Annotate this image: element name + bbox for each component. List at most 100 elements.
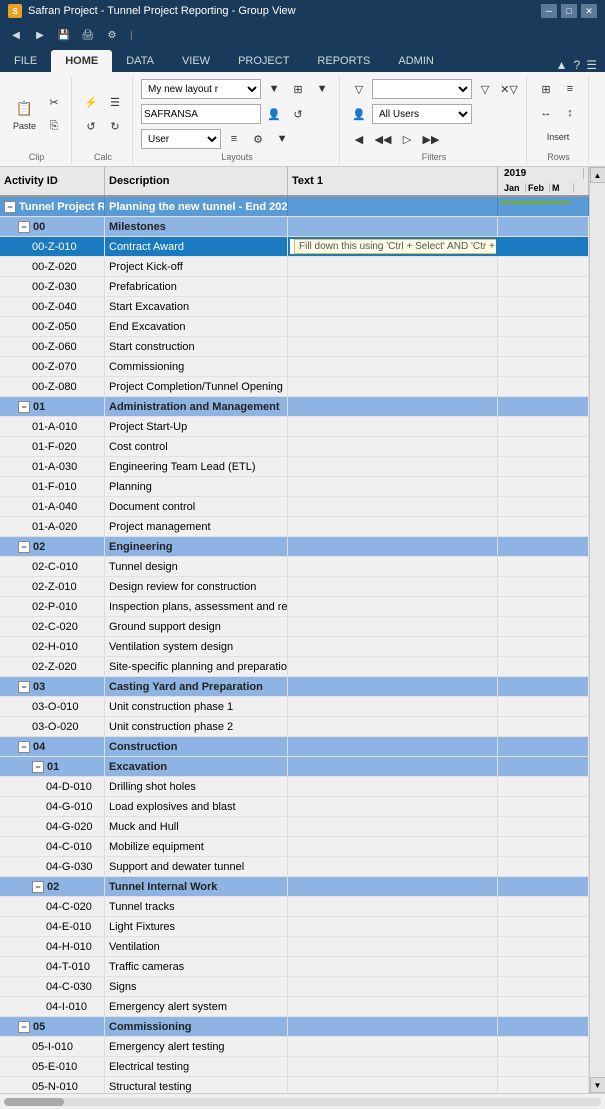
table-row[interactable]: 05-E-010Electrical testing — [0, 1057, 589, 1077]
table-row[interactable]: 01-A-020Project management — [0, 517, 589, 537]
calc-btn1[interactable]: ⚡ — [80, 91, 102, 113]
table-row[interactable]: 04-I-010Emergency alert system — [0, 997, 589, 1017]
cell-text1[interactable] — [288, 877, 498, 896]
table-row[interactable]: 02-C-010Tunnel design — [0, 557, 589, 577]
cell-text1[interactable] — [288, 917, 498, 936]
layout-dropdown[interactable]: My new layout r — [141, 79, 261, 99]
cell-description[interactable]: Project Kick-off — [105, 257, 288, 276]
cell-text1[interactable] — [288, 397, 498, 416]
cell-text1[interactable] — [288, 317, 498, 336]
cell-text1[interactable] — [288, 517, 498, 536]
cell-description[interactable]: Ventilation system design — [105, 637, 288, 656]
cell-text1[interactable] — [288, 337, 498, 356]
tab-reports[interactable]: REPORTS — [303, 50, 384, 72]
cell-text1[interactable] — [288, 677, 498, 696]
table-row[interactable]: 05-I-010Emergency alert testing — [0, 1037, 589, 1057]
right-scrollbar[interactable]: ▲ ▼ — [589, 167, 605, 1093]
tab-data[interactable]: DATA — [112, 50, 168, 72]
cell-text1[interactable] — [288, 437, 498, 456]
cell-activity-id[interactable]: 02-C-010 — [0, 557, 105, 576]
cell-activity-id[interactable]: 00-Z-050 — [0, 317, 105, 336]
cell-description[interactable]: Light Fixtures — [105, 917, 288, 936]
table-row[interactable]: 00-Z-050End Excavation — [0, 317, 589, 337]
cell-activity-id[interactable]: −Tunnel Project Re — [0, 197, 105, 216]
cell-activity-id[interactable]: 01-A-010 — [0, 417, 105, 436]
cell-description[interactable]: Engineering Team Lead (ETL) — [105, 457, 288, 476]
table-row[interactable]: −05Commissioning — [0, 1017, 589, 1037]
user-type-dropdown[interactable]: User — [141, 129, 221, 149]
collapse-button[interactable]: − — [32, 761, 44, 773]
cell-activity-id[interactable]: 01-A-020 — [0, 517, 105, 536]
collapse-button[interactable]: − — [18, 681, 30, 693]
scroll-up-button[interactable]: ▲ — [590, 167, 605, 183]
cell-text1[interactable] — [288, 257, 498, 276]
cell-description[interactable]: Ground support design — [105, 617, 288, 636]
table-row[interactable]: 00-Z-060Start construction — [0, 337, 589, 357]
cell-activity-id[interactable]: 00-Z-080 — [0, 377, 105, 396]
table-row[interactable]: −03Casting Yard and Preparation — [0, 677, 589, 697]
cell-activity-id[interactable]: 04-G-030 — [0, 857, 105, 876]
cell-activity-id[interactable]: 04-G-010 — [0, 797, 105, 816]
cell-description[interactable]: Commissioning — [105, 1017, 288, 1036]
cell-activity-id[interactable]: 01-F-020 — [0, 437, 105, 456]
table-row[interactable]: 04-C-030Signs — [0, 977, 589, 997]
cell-activity-id[interactable]: 04-C-020 — [0, 897, 105, 916]
cell-activity-id[interactable]: −00 — [0, 217, 105, 236]
cell-description[interactable]: Document control — [105, 497, 288, 516]
cell-description[interactable]: Construction — [105, 737, 288, 756]
collapse-button[interactable]: − — [18, 221, 30, 233]
table-row[interactable]: −00Milestones — [0, 217, 589, 237]
cut-button[interactable]: ✂ — [43, 91, 65, 113]
cell-description[interactable]: Drilling shot holes — [105, 777, 288, 796]
cell-description[interactable]: Planning — [105, 477, 288, 496]
cell-activity-id[interactable]: 01-A-030 — [0, 457, 105, 476]
cell-text1[interactable] — [288, 297, 498, 316]
cell-activity-id[interactable]: 00-Z-020 — [0, 257, 105, 276]
cell-text1[interactable] — [288, 837, 498, 856]
collapse-button[interactable]: − — [18, 541, 30, 553]
filter-extra3[interactable]: ▷ — [396, 128, 418, 150]
cell-description[interactable]: Start Excavation — [105, 297, 288, 316]
table-row[interactable]: −01Administration and Management — [0, 397, 589, 417]
layout-settings-icon[interactable]: ⊞ — [287, 78, 309, 100]
close-button[interactable]: ✕ — [581, 4, 597, 18]
row-btn3[interactable]: ↔ — [535, 102, 557, 124]
table-row[interactable]: 03-O-010Unit construction phase 1 — [0, 697, 589, 717]
cell-activity-id[interactable]: −05 — [0, 1017, 105, 1036]
cell-description[interactable]: Inspection plans, assessment and re — [105, 597, 288, 616]
layout-filter-icon[interactable]: ▼ — [263, 78, 285, 100]
table-row[interactable]: 00-Z-070Commissioning — [0, 357, 589, 377]
cell-text1[interactable] — [288, 657, 498, 676]
cell-text1[interactable] — [288, 617, 498, 636]
cell-activity-id[interactable]: 04-E-010 — [0, 917, 105, 936]
cell-description[interactable]: Emergency alert system — [105, 997, 288, 1016]
collapse-button[interactable]: − — [4, 201, 16, 213]
qa-print-button[interactable]: 🖨 — [78, 25, 98, 45]
cell-text1[interactable] — [288, 1077, 498, 1093]
cell-description[interactable]: Mobilize equipment — [105, 837, 288, 856]
table-row[interactable]: −04Construction — [0, 737, 589, 757]
cell-activity-id[interactable]: 01-F-010 — [0, 477, 105, 496]
table-row[interactable]: 04-G-020Muck and Hull — [0, 817, 589, 837]
filter-extra1[interactable]: ◀ — [348, 128, 370, 150]
table-row[interactable]: 00-Z-080Project Completion/Tunnel Openin… — [0, 377, 589, 397]
user-btn[interactable]: 👤 — [263, 103, 285, 125]
filter-dropdown[interactable] — [372, 79, 472, 99]
cell-text1[interactable] — [288, 197, 498, 216]
cell-description[interactable]: Administration and Management — [105, 397, 288, 416]
cell-activity-id[interactable]: 02-H-010 — [0, 637, 105, 656]
cell-activity-id[interactable]: −02 — [0, 877, 105, 896]
cell-description[interactable]: Contract Award — [105, 237, 288, 256]
qa-back-button[interactable]: ◀ — [6, 25, 26, 45]
cell-activity-id[interactable]: 01-A-040 — [0, 497, 105, 516]
cell-activity-id[interactable]: 03-O-020 — [0, 717, 105, 736]
cell-description[interactable]: Milestones — [105, 217, 288, 236]
cell-description[interactable]: End Excavation — [105, 317, 288, 336]
tab-admin[interactable]: ADMIN — [384, 50, 447, 72]
cell-description[interactable]: Prefabrication — [105, 277, 288, 296]
ribbon-collapse-icon[interactable]: ☰ — [586, 58, 597, 72]
cell-text1[interactable] — [288, 577, 498, 596]
cell-text1[interactable] — [288, 477, 498, 496]
cell-activity-id[interactable]: 02-Z-020 — [0, 657, 105, 676]
cell-text1[interactable] — [288, 457, 498, 476]
